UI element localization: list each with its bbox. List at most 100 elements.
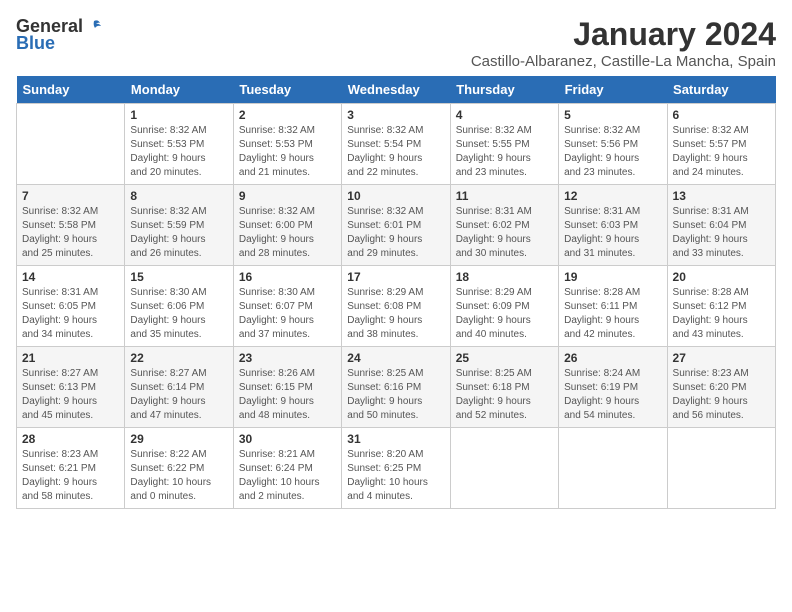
calendar-cell: 22 Sunrise: 8:27 AM Sunset: 6:14 PM Dayli… [125,347,233,428]
calendar-cell: 2 Sunrise: 8:32 AM Sunset: 5:53 PM Daylig… [233,104,341,185]
day-number: 17 [347,270,444,284]
calendar-cell: 10Sunrise: 8:32 AM Sunset: 6:01 PM Dayli… [342,185,450,266]
day-info: Sunrise: 8:32 AM Sunset: 6:00 PM Dayligh… [239,205,336,261]
day-info: Sunrise: 8:31 AM Sunset: 6:04 PM Dayligh… [673,205,770,261]
calendar-cell: 19Sunrise: 8:28 AM Sunset: 6:11 PM Dayli… [559,266,667,347]
day-number: 20 [673,270,770,284]
logo-bird-icon [84,18,102,36]
calendar-cell: 26Sunrise: 8:24 AM Sunset: 6:19 PM Dayli… [559,347,667,428]
day-info: Sunrise: 8:32 AM Sunset: 5:54 PM Dayligh… [347,124,444,180]
day-header-wednesday: Wednesday [342,76,450,104]
location-subtitle: Castillo-Albaranez, Castille-La Mancha, … [471,53,776,70]
day-header-thursday: Thursday [450,76,558,104]
day-header-monday: Monday [125,76,233,104]
calendar-cell: 24 Sunrise: 8:25 AM Sunset: 6:16 PM Dayli… [342,347,450,428]
day-info: Sunrise: 8:32 AM Sunset: 5:53 PM Dayligh… [239,124,336,180]
calendar-cell: 6 Sunrise: 8:32 AM Sunset: 5:57 PM Daylig… [667,104,775,185]
title-area: January 2024 Castillo-Albaranez, Castill… [471,16,776,70]
calendar-cell: 4Sunrise: 8:32 AM Sunset: 5:55 PM Daylig… [450,104,558,185]
calendar-cell: 20 Sunrise: 8:28 AM Sunset: 6:12 PM Dayli… [667,266,775,347]
day-header-saturday: Saturday [667,76,775,104]
calendar-cell: 29Sunrise: 8:22 AM Sunset: 6:22 PM Dayli… [125,428,233,509]
calendar-cell [667,428,775,509]
calendar-cell: 11 Sunrise: 8:31 AM Sunset: 6:02 PM Dayli… [450,185,558,266]
day-info: Sunrise: 8:25 AM Sunset: 6:16 PM Dayligh… [347,367,444,423]
calendar-cell: 17Sunrise: 8:29 AM Sunset: 6:08 PM Dayli… [342,266,450,347]
calendar-header-row: SundayMondayTuesdayWednesdayThursdayFrid… [17,76,776,104]
calendar-cell: 31 Sunrise: 8:20 AM Sunset: 6:25 PM Dayli… [342,428,450,509]
day-info: Sunrise: 8:32 AM Sunset: 5:58 PM Dayligh… [22,205,119,261]
day-number: 31 [347,432,444,446]
day-info: Sunrise: 8:21 AM Sunset: 6:24 PM Dayligh… [239,448,336,504]
day-number: 30 [239,432,336,446]
day-info: Sunrise: 8:28 AM Sunset: 6:12 PM Dayligh… [673,286,770,342]
calendar-cell: 14 Sunrise: 8:31 AM Sunset: 6:05 PM Dayli… [17,266,125,347]
calendar-cell [450,428,558,509]
calendar-cell: 21Sunrise: 8:27 AM Sunset: 6:13 PM Dayli… [17,347,125,428]
day-number: 1 [130,108,227,122]
day-info: Sunrise: 8:30 AM Sunset: 6:06 PM Dayligh… [130,286,227,342]
day-number: 22 [130,351,227,365]
day-info: Sunrise: 8:20 AM Sunset: 6:25 PM Dayligh… [347,448,444,504]
calendar-week-row: 21Sunrise: 8:27 AM Sunset: 6:13 PM Dayli… [17,347,776,428]
calendar-cell: 13 Sunrise: 8:31 AM Sunset: 6:04 PM Dayli… [667,185,775,266]
calendar-table: SundayMondayTuesdayWednesdayThursdayFrid… [16,76,776,509]
day-number: 25 [456,351,553,365]
day-info: Sunrise: 8:31 AM Sunset: 6:02 PM Dayligh… [456,205,553,261]
calendar-cell: 7 Sunrise: 8:32 AM Sunset: 5:58 PM Daylig… [17,185,125,266]
day-info: Sunrise: 8:31 AM Sunset: 6:05 PM Dayligh… [22,286,119,342]
day-number: 9 [239,189,336,203]
day-number: 2 [239,108,336,122]
day-info: Sunrise: 8:30 AM Sunset: 6:07 PM Dayligh… [239,286,336,342]
calendar-body: 1 Sunrise: 8:32 AM Sunset: 5:53 PM Daylig… [17,104,776,509]
day-number: 3 [347,108,444,122]
calendar-cell: 28 Sunrise: 8:23 AM Sunset: 6:21 PM Dayli… [17,428,125,509]
day-number: 11 [456,189,553,203]
calendar-week-row: 14 Sunrise: 8:31 AM Sunset: 6:05 PM Dayli… [17,266,776,347]
day-info: Sunrise: 8:23 AM Sunset: 6:20 PM Dayligh… [673,367,770,423]
day-header-tuesday: Tuesday [233,76,341,104]
day-number: 16 [239,270,336,284]
day-number: 10 [347,189,444,203]
day-info: Sunrise: 8:28 AM Sunset: 6:11 PM Dayligh… [564,286,661,342]
day-number: 8 [130,189,227,203]
day-number: 5 [564,108,661,122]
calendar-cell [17,104,125,185]
calendar-cell: 8Sunrise: 8:32 AM Sunset: 5:59 PM Daylig… [125,185,233,266]
day-number: 15 [130,270,227,284]
day-number: 6 [673,108,770,122]
calendar-cell: 1 Sunrise: 8:32 AM Sunset: 5:53 PM Daylig… [125,104,233,185]
day-number: 23 [239,351,336,365]
day-info: Sunrise: 8:25 AM Sunset: 6:18 PM Dayligh… [456,367,553,423]
calendar-cell: 5 Sunrise: 8:32 AM Sunset: 5:56 PM Daylig… [559,104,667,185]
calendar-cell: 27Sunrise: 8:23 AM Sunset: 6:20 PM Dayli… [667,347,775,428]
calendar-cell: 30 Sunrise: 8:21 AM Sunset: 6:24 PM Dayli… [233,428,341,509]
header: General Blue January 2024 Castillo-Albar… [16,16,776,70]
day-info: Sunrise: 8:32 AM Sunset: 5:56 PM Dayligh… [564,124,661,180]
day-info: Sunrise: 8:27 AM Sunset: 6:14 PM Dayligh… [130,367,227,423]
day-number: 28 [22,432,119,446]
calendar-cell: 23Sunrise: 8:26 AM Sunset: 6:15 PM Dayli… [233,347,341,428]
calendar-cell: 9 Sunrise: 8:32 AM Sunset: 6:00 PM Daylig… [233,185,341,266]
day-info: Sunrise: 8:29 AM Sunset: 6:09 PM Dayligh… [456,286,553,342]
day-info: Sunrise: 8:32 AM Sunset: 5:57 PM Dayligh… [673,124,770,180]
calendar-cell: 3 Sunrise: 8:32 AM Sunset: 5:54 PM Daylig… [342,104,450,185]
calendar-cell: 15 Sunrise: 8:30 AM Sunset: 6:06 PM Dayli… [125,266,233,347]
day-number: 14 [22,270,119,284]
month-title: January 2024 [471,16,776,53]
day-info: Sunrise: 8:32 AM Sunset: 5:53 PM Dayligh… [130,124,227,180]
day-number: 13 [673,189,770,203]
calendar-cell: 25 Sunrise: 8:25 AM Sunset: 6:18 PM Dayli… [450,347,558,428]
day-info: Sunrise: 8:23 AM Sunset: 6:21 PM Dayligh… [22,448,119,504]
day-info: Sunrise: 8:27 AM Sunset: 6:13 PM Dayligh… [22,367,119,423]
day-number: 24 [347,351,444,365]
day-info: Sunrise: 8:32 AM Sunset: 5:55 PM Dayligh… [456,124,553,180]
day-header-sunday: Sunday [17,76,125,104]
day-info: Sunrise: 8:31 AM Sunset: 6:03 PM Dayligh… [564,205,661,261]
day-number: 7 [22,189,119,203]
calendar-cell: 16 Sunrise: 8:30 AM Sunset: 6:07 PM Dayli… [233,266,341,347]
day-number: 29 [130,432,227,446]
day-number: 12 [564,189,661,203]
day-header-friday: Friday [559,76,667,104]
calendar-cell: 18Sunrise: 8:29 AM Sunset: 6:09 PM Dayli… [450,266,558,347]
